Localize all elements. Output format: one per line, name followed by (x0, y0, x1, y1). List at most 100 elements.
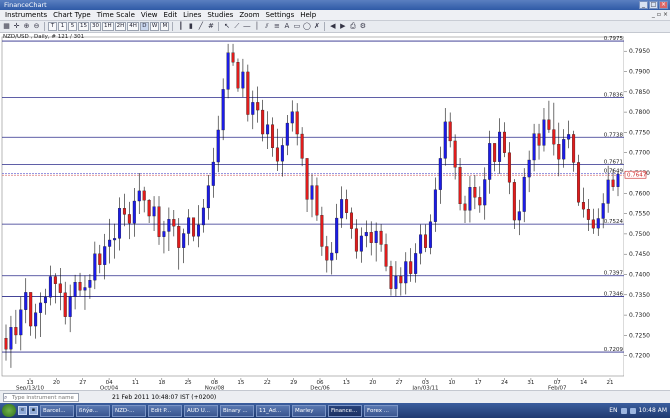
taskbar-item[interactable]: NZD-... (112, 404, 146, 417)
date-tick-label: 18 (158, 380, 165, 386)
candle-down (78, 282, 82, 291)
candle-up (517, 211, 521, 221)
zoom-out-icon[interactable]: ⊖ (32, 22, 41, 31)
chart-area[interactable]: 0.7950 0.7900 0.7850 0.7800 0.7750 0.7700 0.76… (0, 33, 670, 378)
menu-instruments[interactable]: Instruments (2, 11, 50, 19)
candle-up (43, 297, 47, 304)
menu-edit[interactable]: Edit (161, 11, 181, 19)
candle-up (443, 121, 447, 159)
mdi-minimize-icon[interactable]: _ (652, 11, 655, 18)
candle-down (4, 338, 8, 350)
taskbar-item[interactable]: Edit P... (148, 404, 182, 417)
taskbar-item-active[interactable]: Finance... (328, 404, 362, 417)
candle-down (384, 244, 388, 267)
timeframe-d-button[interactable]: D (139, 22, 149, 31)
menu-zoom[interactable]: Zoom (236, 11, 262, 19)
menu-help[interactable]: Help (297, 11, 319, 19)
taskbar-item[interactable]: AUD U... (184, 404, 218, 417)
close-button[interactable]: × (659, 1, 668, 9)
timeframe-4h-button[interactable]: 4H (127, 22, 139, 31)
price-tick-label: 0.7900 (629, 69, 650, 76)
mdi-close-icon[interactable]: × (663, 11, 668, 18)
quicklaunch-icon[interactable]: ▪ (29, 406, 38, 415)
rectangle-tool-icon[interactable]: ▭ (292, 22, 301, 31)
candle-down (354, 228, 358, 252)
candle-down (261, 109, 265, 135)
taskbar-item[interactable]: 11_Ad... (256, 404, 290, 417)
maximize-button[interactable]: □ (649, 1, 658, 9)
price-axis (624, 33, 670, 378)
timeframe-15-button[interactable]: 15 (78, 22, 89, 31)
line-chart-icon[interactable]: ╱ (196, 22, 205, 31)
candle-up (404, 261, 408, 284)
taskbar-item[interactable]: Marley (292, 404, 326, 417)
candle-down (478, 197, 482, 206)
settings-icon[interactable]: ⚙ (358, 22, 367, 31)
grid-icon[interactable]: # (206, 22, 215, 31)
candle-chart-icon[interactable]: ▮ (186, 22, 195, 31)
candle-up (532, 133, 536, 161)
volume-icon[interactable] (629, 407, 636, 414)
menu-settings[interactable]: Settings (263, 11, 298, 19)
candlestick-chart[interactable]: 0.7950 0.7900 0.7850 0.7800 0.7750 0.7700 0.76… (0, 33, 670, 378)
taskbar-item[interactable]: Barcel... (40, 404, 74, 417)
minimize-button[interactable]: _ (639, 1, 648, 9)
candle-up (73, 282, 77, 297)
timeframe-2h-button[interactable]: 2H (114, 22, 127, 31)
trendline-tool-icon[interactable]: ⟋ (232, 22, 241, 31)
taskbar-item[interactable]: ßñýø... (76, 404, 110, 417)
price-tick-label: 0.7250 (629, 332, 650, 339)
menu-view[interactable]: View (138, 11, 161, 19)
ellipse-tool-icon[interactable]: ◯ (302, 22, 311, 31)
print-icon[interactable]: ⎙ (348, 22, 357, 31)
hline-tool-icon[interactable]: ― (242, 22, 251, 31)
mdi-restore-icon[interactable]: ▫ (657, 11, 661, 18)
menu-studies[interactable]: Studies (204, 11, 236, 19)
taskbar-item[interactable]: Binary ... (220, 404, 254, 417)
scroll-left-icon[interactable]: ◀ (328, 22, 337, 31)
timeframe-1h-button[interactable]: 1H (102, 22, 114, 31)
text-tool-icon[interactable]: A (282, 22, 291, 31)
zoom-in-icon[interactable]: ⊕ (22, 22, 31, 31)
candle-up (211, 161, 215, 186)
fibonacci-tool-icon[interactable]: ≡ (272, 22, 281, 31)
candle-up (196, 224, 200, 237)
menu-chart-type[interactable]: Chart Type (50, 11, 94, 19)
timeframe-w-button[interactable]: W (149, 22, 160, 31)
instrument-list-icon[interactable]: ▦ (2, 22, 11, 31)
bar-chart-icon[interactable]: ┃ (176, 22, 185, 31)
timeframe-30-button[interactable]: 30 (90, 22, 101, 31)
vline-tool-icon[interactable]: │ (252, 22, 261, 31)
instrument-search-input[interactable] (3, 393, 79, 402)
network-icon[interactable] (620, 407, 627, 414)
price-tick-label: 0.7800 (629, 109, 650, 116)
candle-up (414, 253, 418, 274)
candle-up (251, 102, 255, 115)
start-button[interactable] (2, 404, 16, 417)
timeframe-1-button[interactable]: 1 (58, 22, 67, 31)
delete-drawing-icon[interactable]: ✗ (312, 22, 321, 31)
candle-down (507, 152, 511, 183)
candle-up (542, 119, 546, 146)
menu-lines[interactable]: Lines (180, 11, 204, 19)
menu-time-scale[interactable]: Time Scale (94, 11, 138, 19)
candle-down (473, 187, 477, 198)
crosshair-icon[interactable]: ✛ (12, 22, 21, 31)
candle-up (567, 134, 571, 140)
candle-up (83, 287, 87, 291)
window-controls: _ □ × (639, 1, 668, 9)
timeframe-5-button[interactable]: 5 (68, 22, 77, 31)
timeframe-m-button[interactable]: M (160, 22, 170, 31)
candle-up (280, 145, 284, 162)
candle-up (241, 71, 245, 89)
taskbar-item[interactable]: Forex ... (364, 404, 398, 417)
timeframe-t-button[interactable]: T (48, 22, 57, 31)
candle-up (206, 185, 210, 209)
arrow-tool-icon[interactable]: ↖ (222, 22, 231, 31)
scroll-right-icon[interactable]: ▶ (338, 22, 347, 31)
level-label: 0.7975 (604, 36, 624, 42)
channel-tool-icon[interactable]: ⫽ (262, 22, 271, 31)
candle-down (29, 292, 33, 327)
quicklaunch-icon[interactable]: e (18, 406, 27, 415)
language-indicator[interactable]: EN (609, 407, 617, 414)
